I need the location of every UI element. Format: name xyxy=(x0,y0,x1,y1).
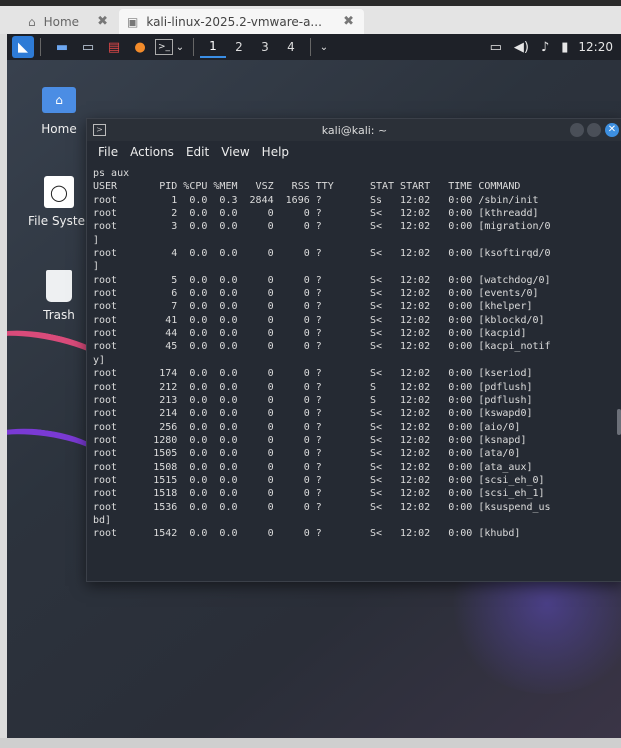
workspace-4[interactable]: 4 xyxy=(278,36,304,58)
terminal-line: USER PID %CPU %MEM VSZ RSS TTY STAT STAR… xyxy=(93,181,521,193)
kali-desktop: ◣ ▬ ▭ ▤ ● >_ ⌄ 1 2 3 4 ⌄ ▭ ◀) ♪ ▮ 12:20 … xyxy=(7,34,621,738)
desktop-icon-label: File Syster xyxy=(28,214,90,228)
top-panel: ◣ ▬ ▭ ▤ ● >_ ⌄ 1 2 3 4 ⌄ ▭ ◀) ♪ ▮ 12:20 xyxy=(7,34,621,60)
terminal-line: root 1515 0.0 0.0 0 0 ? S< 12:02 0:00 [s… xyxy=(93,474,545,486)
volume-icon[interactable]: ◀) xyxy=(514,36,529,58)
vm-tab-bar: ⌂ Home ✖ ▣ kali-linux-2025.2-vmware-a...… xyxy=(0,6,621,34)
vm-tab-home-label: Home xyxy=(43,14,80,29)
vm-tab-home[interactable]: ⌂ Home ✖ xyxy=(20,9,118,34)
workspace-2[interactable]: 2 xyxy=(226,36,252,58)
battery-icon[interactable]: ▮ xyxy=(561,36,568,58)
terminal-titlebar[interactable]: > kali@kali: ~ ✕ xyxy=(87,119,621,141)
drive-icon: ◯ xyxy=(41,174,77,210)
home-icon: ⌂ xyxy=(28,14,36,29)
window-title: kali@kali: ~ xyxy=(321,123,388,137)
terminal-line: ] xyxy=(93,261,100,273)
terminal-line: root 1536 0.0 0.0 0 0 ? S< 12:02 0:00 [k… xyxy=(93,501,551,513)
terminal-output[interactable]: ps aux USER PID %CPU %MEM VSZ RSS TTY STA… xyxy=(93,167,618,581)
menu-view[interactable]: View xyxy=(221,145,249,159)
terminal-line: root 1518 0.0 0.0 0 0 ? S< 12:02 0:00 [s… xyxy=(93,488,545,500)
menu-edit[interactable]: Edit xyxy=(186,145,209,159)
menu-actions[interactable]: Actions xyxy=(130,145,174,159)
terminal-line: root 212 0.0 0.0 0 0 ? S 12:02 0:00 [pdf… xyxy=(93,381,533,393)
desktop-icon-filesystem[interactable]: ◯ File Syster xyxy=(23,174,95,228)
vm-tab-kali-label: kali-linux-2025.2-vmware-a... xyxy=(146,14,322,29)
terminal-line: y] xyxy=(93,354,106,366)
close-icon[interactable]: ✖ xyxy=(343,14,354,29)
terminal-line: root 7 0.0 0.0 0 0 ? S< 12:02 0:00 [khel… xyxy=(93,301,533,313)
scrollbar[interactable] xyxy=(617,409,621,435)
menu-file[interactable]: File xyxy=(98,145,118,159)
terminal-menubar: File Actions Edit View Help xyxy=(87,141,621,163)
close-button[interactable]: ✕ xyxy=(605,123,619,137)
panel-separator xyxy=(193,38,194,56)
terminal-line: root 1280 0.0 0.0 0 0 ? S< 12:02 0:00 [k… xyxy=(93,434,527,446)
terminal-line: root 1508 0.0 0.0 0 0 ? S< 12:02 0:00 [a… xyxy=(93,461,533,473)
terminal-line: bd] xyxy=(93,514,112,526)
terminal-line: root 3 0.0 0.0 0 0 ? S< 12:02 0:00 [migr… xyxy=(93,221,551,233)
terminal-line: root 256 0.0 0.0 0 0 ? S< 12:02 0:00 [ai… xyxy=(93,421,521,433)
terminal-line: root 4 0.0 0.0 0 0 ? S< 12:02 0:00 [ksof… xyxy=(93,248,551,260)
terminal-line: root 1505 0.0 0.0 0 0 ? S< 12:02 0:00 [a… xyxy=(93,448,521,460)
terminal-line: root 45 0.0 0.0 0 0 ? S< 12:02 0:00 [kac… xyxy=(93,341,551,353)
file-manager-icon[interactable]: ▭ xyxy=(77,36,99,58)
terminal-icon[interactable]: >_ xyxy=(155,39,173,55)
text-editor-icon[interactable]: ▤ xyxy=(103,36,125,58)
terminal-window[interactable]: > kali@kali: ~ ✕ File Actions Edit View … xyxy=(86,118,621,582)
vm-icon: ▣ xyxy=(127,14,139,29)
terminal-line: root 1542 0.0 0.0 0 0 ? S< 12:02 0:00 [k… xyxy=(93,528,521,540)
desktop-icon-label: Trash xyxy=(43,308,75,322)
terminal-line: ] xyxy=(93,234,100,246)
bell-icon[interactable]: ♪ xyxy=(541,36,549,58)
chevron-down-icon[interactable]: ⌄ xyxy=(173,36,187,58)
window-bottom-edge xyxy=(0,738,621,748)
terminal-line: root 213 0.0 0.0 0 0 ? S 12:02 0:00 [pdf… xyxy=(93,394,533,406)
terminal-line: root 6 0.0 0.0 0 0 ? S< 12:02 0:00 [even… xyxy=(93,288,539,300)
minimize-button[interactable] xyxy=(570,123,584,137)
firefox-icon[interactable]: ● xyxy=(129,36,151,58)
maximize-button[interactable] xyxy=(587,123,601,137)
home-folder-icon: ⌂ xyxy=(41,82,77,118)
desktop-icon-label: Home xyxy=(41,122,77,136)
terminal-line: root 174 0.0 0.0 0 0 ? S< 12:02 0:00 [ks… xyxy=(93,368,533,380)
workspace-1[interactable]: 1 xyxy=(200,36,226,58)
workspace-3[interactable]: 3 xyxy=(252,36,278,58)
kali-menu-button[interactable]: ◣ xyxy=(12,36,34,58)
panel-separator xyxy=(40,38,41,56)
desktop-icon-home[interactable]: ⌂ Home xyxy=(23,82,95,136)
terminal-line: root 1 0.0 0.3 2844 1696 ? Ss 12:02 0:00… xyxy=(93,194,539,206)
terminal-line: root 2 0.0 0.0 0 0 ? S< 12:02 0:00 [kthr… xyxy=(93,208,539,220)
close-icon[interactable]: ✖ xyxy=(97,14,108,29)
trash-icon xyxy=(41,268,77,304)
display-icon[interactable]: ▭ xyxy=(490,36,502,58)
terminal-line: root 5 0.0 0.0 0 0 ? S< 12:02 0:00 [watc… xyxy=(93,274,551,286)
clock[interactable]: 12:20 xyxy=(578,36,613,58)
desktop-icon-trash[interactable]: Trash xyxy=(23,268,95,322)
terminal-line: root 44 0.0 0.0 0 0 ? S< 12:02 0:00 [kac… xyxy=(93,328,527,340)
show-desktop-icon[interactable]: ▬ xyxy=(51,36,73,58)
terminal-line: root 214 0.0 0.0 0 0 ? S< 12:02 0:00 [ks… xyxy=(93,408,533,420)
menu-help[interactable]: Help xyxy=(262,145,289,159)
terminal-line: ps aux xyxy=(93,168,130,179)
vm-tab-kali[interactable]: ▣ kali-linux-2025.2-vmware-a... ✖ xyxy=(119,9,364,34)
panel-separator xyxy=(310,38,311,56)
chevron-down-icon[interactable]: ⌄ xyxy=(317,36,331,58)
terminal-line: root 41 0.0 0.0 0 0 ? S< 12:02 0:00 [kbl… xyxy=(93,314,545,326)
